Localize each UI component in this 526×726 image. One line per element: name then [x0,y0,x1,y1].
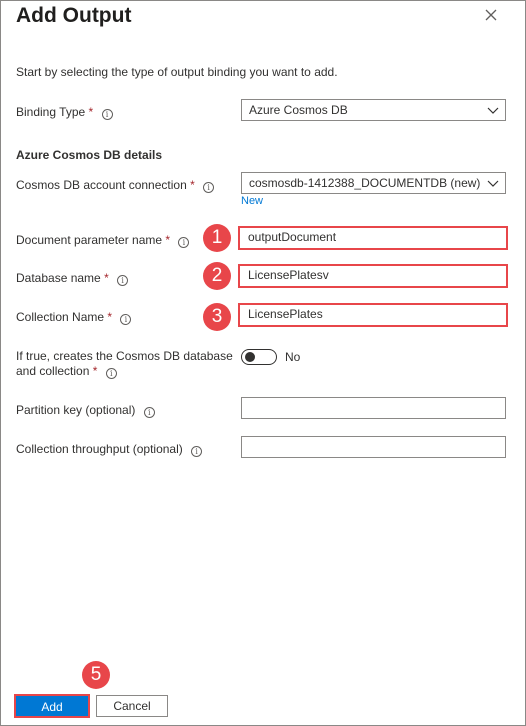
info-icon[interactable]: i [203,182,215,193]
throughput-label: Collection throughput (optional) i [16,442,203,457]
toggle-knob [245,352,255,362]
binding-type-label: Binding Type * i [16,105,113,120]
add-button[interactable]: Add [14,694,90,718]
step-badge-1: 1 [203,224,231,252]
account-connection-value: cosmosdb-1412388_DOCUMENTDB (new) [249,176,481,190]
partition-key-input[interactable] [241,397,506,419]
binding-type-value: Azure Cosmos DB [249,103,348,117]
info-icon[interactable]: i [120,314,132,325]
close-icon[interactable] [482,6,500,24]
partition-key-label: Partition key (optional) i [16,403,155,418]
collection-name-input[interactable]: LicensePlates [241,304,506,326]
collection-name-label: Collection Name * i [16,310,132,325]
chevron-down-icon [487,107,499,114]
required-mark: * [88,105,94,119]
database-name-input[interactable]: LicensePlatesv [241,265,506,287]
throughput-input[interactable] [241,436,506,458]
database-name-label: Database name * i [16,271,129,286]
binding-type-select[interactable]: Azure Cosmos DB [241,99,506,121]
required-mark: * [104,271,109,285]
info-icon[interactable]: i [191,446,203,457]
dialog-title: Add Output [16,4,132,27]
new-connection-link[interactable]: New [241,195,263,207]
section-title: Azure Cosmos DB details [16,148,163,162]
required-mark: * [190,178,195,192]
create-if-missing-label-line2: and collection * i [16,364,117,379]
step-badge-5: 5 [82,661,110,689]
info-icon[interactable]: i [101,109,113,120]
info-icon[interactable]: i [178,237,190,248]
document-param-label: Document parameter name * i [16,233,190,248]
required-mark: * [92,364,98,378]
info-icon[interactable]: i [143,407,155,418]
intro-text: Start by selecting the type of output bi… [16,65,338,79]
account-connection-label: Cosmos DB account connection * i [16,178,215,193]
create-if-missing-toggle[interactable] [241,349,277,365]
document-param-input[interactable]: outputDocument [241,227,506,249]
create-if-missing-label-line1: If true, creates the Cosmos DB database [16,349,233,363]
cancel-button[interactable]: Cancel [96,695,168,717]
required-mark: * [165,233,171,247]
info-icon[interactable]: i [117,275,129,286]
account-connection-select[interactable]: cosmosdb-1412388_DOCUMENTDB (new) [241,172,506,194]
chevron-down-icon [487,180,499,187]
toggle-state-text: No [285,350,301,364]
step-badge-3: 3 [203,303,231,331]
step-badge-2: 2 [203,262,231,290]
info-icon[interactable]: i [105,368,117,379]
required-mark: * [107,310,113,324]
